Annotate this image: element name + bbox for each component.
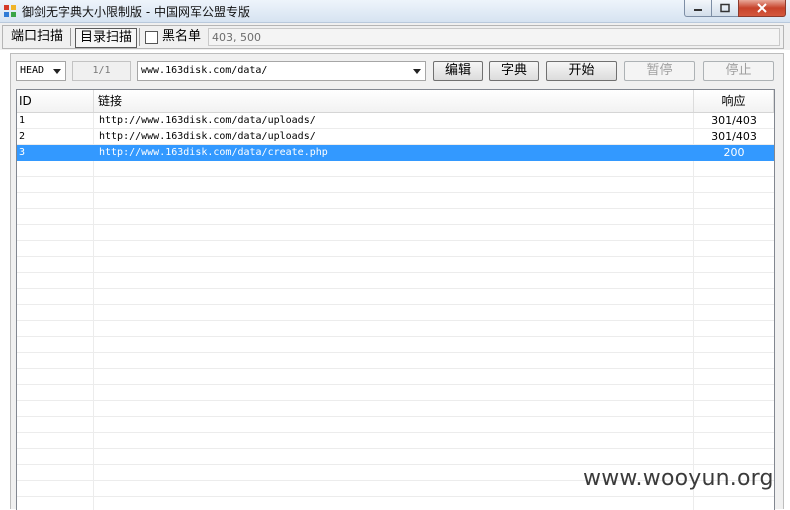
table-row-selected[interactable]: 3 http://www.163disk.com/data/create.php… xyxy=(17,145,774,161)
dictionary-button[interactable]: 字典 xyxy=(489,61,539,81)
row-link: http://www.163disk.com/data/uploads/ xyxy=(99,115,316,126)
pause-button[interactable]: 暂停 xyxy=(624,61,695,81)
app-icon xyxy=(4,5,16,17)
row-link: http://www.163disk.com/data/create.php xyxy=(99,147,328,158)
target-url-select[interactable]: www.163disk.com/data/ xyxy=(137,61,426,81)
minimize-icon xyxy=(694,9,702,11)
row-id: 1 xyxy=(19,115,26,126)
tab-separator xyxy=(139,28,140,46)
row-response: 301/403 xyxy=(711,130,757,143)
start-button[interactable]: 开始 xyxy=(546,61,617,81)
http-method-select[interactable]: HEAD xyxy=(16,61,66,81)
maximize-icon xyxy=(720,3,730,13)
blacklist-codes-input[interactable]: 403, 500 xyxy=(208,28,780,46)
tab-directory-scan[interactable]: 目录扫描 xyxy=(75,28,138,48)
window-title: 御剑无字典大小限制版 - 中国网军公盟专版 xyxy=(22,5,250,19)
top-toolbar: 端口扫描 目录扫描 黑名单 403, 500 xyxy=(0,23,790,50)
edit-button[interactable]: 编辑 xyxy=(433,61,483,81)
dropdown-arrow-icon xyxy=(413,69,421,74)
maximize-button[interactable] xyxy=(711,0,739,17)
tab-strip: 端口扫描 目录扫描 黑名单 403, 500 xyxy=(2,25,784,49)
directory-scan-panel: HEAD 1/1 www.163disk.com/data/ 编辑 字典 开始 … xyxy=(10,53,784,510)
grid-lines xyxy=(17,113,774,510)
close-icon xyxy=(757,3,767,13)
watermark-text: www.wooyun.org xyxy=(583,466,774,491)
list-header: ID 链接 响应 xyxy=(17,90,774,113)
column-divider xyxy=(693,113,694,510)
row-id: 2 xyxy=(19,131,26,142)
column-header-response[interactable]: 响应 xyxy=(694,90,774,112)
column-divider xyxy=(93,113,94,510)
close-button[interactable] xyxy=(738,0,786,17)
progress-counter: 1/1 xyxy=(72,61,131,81)
minimize-button[interactable] xyxy=(684,0,712,17)
stop-button[interactable]: 停止 xyxy=(703,61,774,81)
row-response: 301/403 xyxy=(711,114,757,127)
row-id: 3 xyxy=(19,147,26,158)
title-bar: 御剑无字典大小限制版 - 中国网军公盟专版 xyxy=(0,0,790,23)
blacklist-checkbox[interactable] xyxy=(145,31,158,44)
tab-separator xyxy=(70,28,71,46)
blacklist-label: 黑名单 xyxy=(162,29,202,44)
dropdown-arrow-icon xyxy=(53,69,61,74)
tab-port-scan[interactable]: 端口扫描 xyxy=(7,28,67,46)
column-header-id[interactable]: ID xyxy=(17,90,94,112)
target-url-value: www.163disk.com/data/ xyxy=(141,65,268,76)
table-row[interactable]: 1 http://www.163disk.com/data/uploads/ 3… xyxy=(17,113,774,129)
http-method-value: HEAD xyxy=(20,65,45,76)
column-header-link[interactable]: 链接 xyxy=(94,90,694,112)
row-response: 200 xyxy=(723,146,745,159)
table-row[interactable]: 2 http://www.163disk.com/data/uploads/ 3… xyxy=(17,129,774,145)
results-list[interactable]: ID 链接 响应 1 http://www.163disk.com/data/u… xyxy=(16,89,775,510)
list-rows: 1 http://www.163disk.com/data/uploads/ 3… xyxy=(17,113,774,161)
row-link: http://www.163disk.com/data/uploads/ xyxy=(99,131,316,142)
